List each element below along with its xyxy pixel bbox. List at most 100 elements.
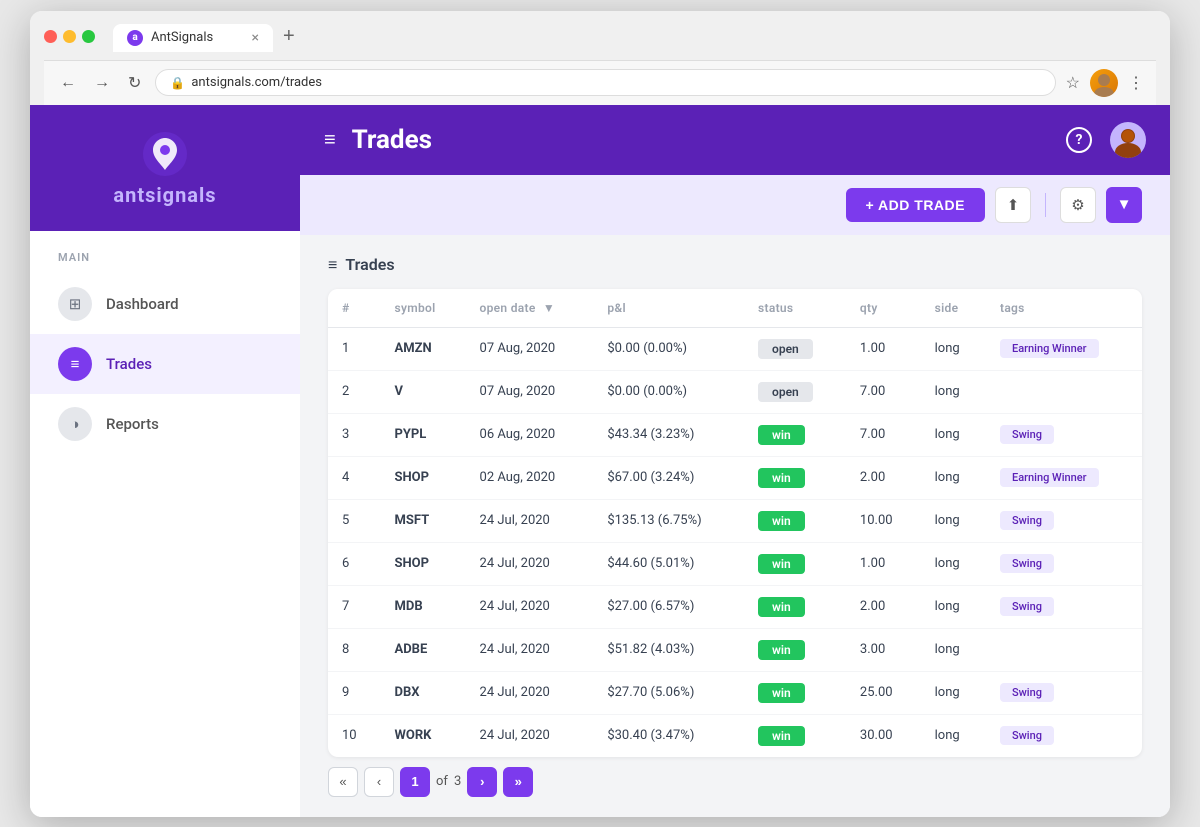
settings-button[interactable]: ⚙ <box>1060 187 1096 223</box>
row-status: win <box>744 628 846 671</box>
address-bar[interactable]: 🔒 antsignals.com/trades <box>155 69 1055 96</box>
row-side: long <box>921 714 986 757</box>
row-symbol: ADBE <box>381 628 466 671</box>
row-side: long <box>921 585 986 628</box>
tag-badge: Swing <box>1000 511 1054 530</box>
row-num: 6 <box>328 542 381 585</box>
col-num: # <box>328 289 381 328</box>
row-status: open <box>744 370 846 413</box>
row-tags: Swing <box>986 585 1142 628</box>
browser-controls: a AntSignals × + <box>44 21 1156 52</box>
current-page-button[interactable]: 1 <box>400 767 430 797</box>
row-num: 1 <box>328 327 381 370</box>
row-qty: 30.00 <box>846 714 921 757</box>
tag-badge: Earning Winner <box>1000 468 1099 487</box>
sidebar-nav: MAIN ⊞ Dashboard ≡ Trades ◑ Reports <box>30 231 300 817</box>
table-title-icon: ≡ <box>328 255 337 275</box>
last-page-button[interactable]: » <box>503 767 533 797</box>
filter-button[interactable]: ▼ <box>1106 187 1142 223</box>
row-side: long <box>921 370 986 413</box>
settings-icon: ⚙ <box>1071 196 1084 214</box>
bookmark-icon[interactable]: ☆ <box>1066 73 1080 92</box>
row-tags: Swing <box>986 413 1142 456</box>
table-row[interactable]: 8ADBE24 Jul, 2020$51.82 (4.03%)win3.00lo… <box>328 628 1142 671</box>
first-page-button[interactable]: « <box>328 767 358 797</box>
main-content: ≡ Trades ? + ADD TRADE ⬆ <box>300 105 1170 817</box>
row-tags: Swing <box>986 671 1142 714</box>
status-badge: win <box>758 554 805 574</box>
row-status: win <box>744 671 846 714</box>
sidebar-label-reports: Reports <box>106 415 159 433</box>
tag-badge: Swing <box>1000 597 1054 616</box>
row-symbol: SHOP <box>381 456 466 499</box>
row-qty: 2.00 <box>846 456 921 499</box>
col-qty: qty <box>846 289 921 328</box>
table-row[interactable]: 7MDB24 Jul, 2020$27.00 (6.57%)win2.00lon… <box>328 585 1142 628</box>
add-trade-button[interactable]: + ADD TRADE <box>846 188 986 222</box>
row-open-date: 24 Jul, 2020 <box>466 542 594 585</box>
table-row[interactable]: 5MSFT24 Jul, 2020$135.13 (6.75%)win10.00… <box>328 499 1142 542</box>
minimize-button[interactable] <box>63 30 76 43</box>
row-tags: Swing <box>986 499 1142 542</box>
row-tags: Earning Winner <box>986 327 1142 370</box>
col-open-date[interactable]: open date ▼ <box>466 289 594 328</box>
row-open-date: 24 Jul, 2020 <box>466 628 594 671</box>
header-left: ≡ Trades <box>324 125 432 155</box>
close-button[interactable] <box>44 30 57 43</box>
table-row[interactable]: 4SHOP02 Aug, 2020$67.00 (3.24%)win2.00lo… <box>328 456 1142 499</box>
row-qty: 1.00 <box>846 542 921 585</box>
row-status: open <box>744 327 846 370</box>
table-container: ≡ Trades # symbol open date ▼ p&l status… <box>300 235 1170 817</box>
traffic-lights <box>44 30 95 43</box>
row-tags: Earning Winner <box>986 456 1142 499</box>
row-pnl: $27.00 (6.57%) <box>593 585 744 628</box>
row-qty: 10.00 <box>846 499 921 542</box>
table-row[interactable]: 6SHOP24 Jul, 2020$44.60 (5.01%)win1.00lo… <box>328 542 1142 585</box>
sidebar-item-trades[interactable]: ≡ Trades <box>30 334 300 394</box>
row-qty: 1.00 <box>846 327 921 370</box>
sidebar-label-trades: Trades <box>106 355 152 373</box>
menu-icon[interactable]: ⋮ <box>1128 73 1144 92</box>
help-icon[interactable]: ? <box>1062 123 1096 157</box>
row-side: long <box>921 542 986 585</box>
upload-button[interactable]: ⬆ <box>995 187 1031 223</box>
table-row[interactable]: 2V07 Aug, 2020$0.00 (0.00%)open7.00long <box>328 370 1142 413</box>
row-num: 9 <box>328 671 381 714</box>
browser-user-avatar[interactable] <box>1090 69 1118 97</box>
row-tags: Swing <box>986 542 1142 585</box>
row-num: 8 <box>328 628 381 671</box>
row-open-date: 07 Aug, 2020 <box>466 327 594 370</box>
logo-text: antsignals <box>113 183 216 207</box>
prev-page-button[interactable]: ‹ <box>364 767 394 797</box>
nav-section-label: MAIN <box>30 251 300 274</box>
refresh-button[interactable]: ↻ <box>124 71 145 95</box>
new-tab-button[interactable]: + <box>275 21 303 52</box>
back-button[interactable]: ← <box>56 72 80 94</box>
filter-icon: ▼ <box>1117 196 1132 213</box>
sidebar: antsignals MAIN ⊞ Dashboard ≡ Trades ◑ R… <box>30 105 300 817</box>
table-row[interactable]: 9DBX24 Jul, 2020$27.70 (5.06%)win25.00lo… <box>328 671 1142 714</box>
active-tab[interactable]: a AntSignals × <box>113 24 273 52</box>
next-page-button[interactable]: › <box>467 767 497 797</box>
hamburger-icon[interactable]: ≡ <box>324 127 336 152</box>
row-qty: 3.00 <box>846 628 921 671</box>
tag-badge: Swing <box>1000 683 1054 702</box>
row-side: long <box>921 499 986 542</box>
row-pnl: $67.00 (3.24%) <box>593 456 744 499</box>
pagination: « ‹ 1 of 3 › » <box>328 757 1142 801</box>
table-row[interactable]: 1AMZN07 Aug, 2020$0.00 (0.00%)open1.00lo… <box>328 327 1142 370</box>
table-header-row: # symbol open date ▼ p&l status qty side… <box>328 289 1142 328</box>
sidebar-item-reports[interactable]: ◑ Reports <box>30 394 300 454</box>
forward-button[interactable]: → <box>90 72 114 94</box>
table-row[interactable]: 3PYPL06 Aug, 2020$43.34 (3.23%)win7.00lo… <box>328 413 1142 456</box>
table-row[interactable]: 10WORK24 Jul, 2020$30.40 (3.47%)win30.00… <box>328 714 1142 757</box>
row-open-date: 24 Jul, 2020 <box>466 585 594 628</box>
tab-close-button[interactable]: × <box>252 30 259 46</box>
row-status: win <box>744 585 846 628</box>
sidebar-item-dashboard[interactable]: ⊞ Dashboard <box>30 274 300 334</box>
toolbar-divider <box>1045 193 1046 217</box>
row-qty: 7.00 <box>846 370 921 413</box>
maximize-button[interactable] <box>82 30 95 43</box>
row-pnl: $0.00 (0.00%) <box>593 370 744 413</box>
user-avatar[interactable] <box>1110 122 1146 158</box>
